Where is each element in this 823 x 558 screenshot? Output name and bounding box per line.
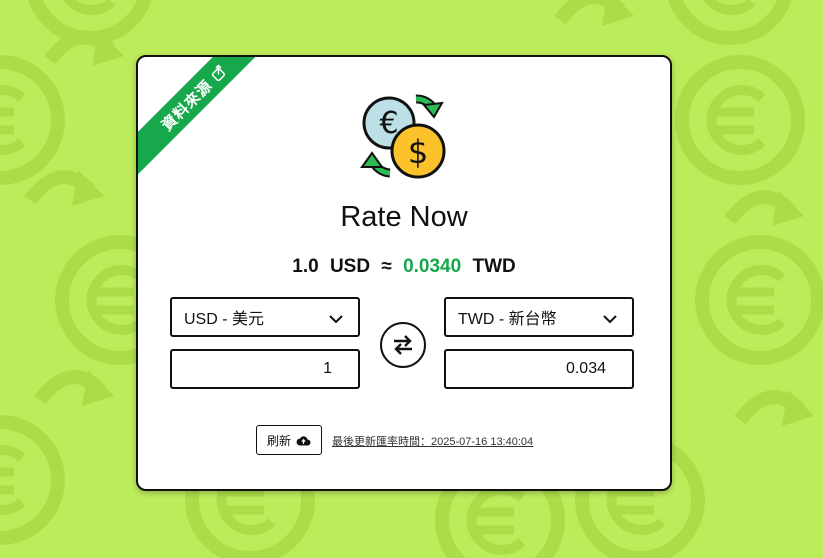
from-currency-label: USD - 美元 (184, 311, 265, 328)
refresh-button[interactable]: 刷新 (256, 425, 322, 455)
approx-sign: ≈ (381, 256, 392, 277)
rate-from-code: USD (329, 256, 371, 277)
external-link-icon (211, 64, 225, 82)
converter-card: 資料來源 € $ Rate Now 1.0 USD ≈ 0.0340 TWD U… (136, 55, 672, 491)
rate-value: 0.0340 (403, 256, 462, 277)
to-amount-input[interactable] (444, 349, 634, 389)
data-source-label: 資料來源 (158, 76, 216, 135)
to-currency-select[interactable]: TWD - 新台幣 (444, 297, 634, 337)
rate-to-code: TWD (472, 256, 516, 277)
from-currency-select[interactable]: USD - 美元 (170, 297, 360, 337)
currency-exchange-icon: € $ (360, 94, 446, 179)
to-currency-label: TWD - 新台幣 (458, 311, 557, 328)
cloud-upload-icon (296, 435, 311, 445)
data-source-ribbon[interactable]: 資料來源 (138, 57, 271, 176)
last-updated-link[interactable]: 最後更新匯率時間：2025-07-16 13:40:04 (332, 433, 533, 449)
swap-button[interactable] (380, 322, 426, 368)
rate-summary: 1.0 USD ≈ 0.0340 TWD (138, 256, 670, 278)
rate-amount: 1.0 (292, 256, 319, 277)
chevron-down-icon (603, 315, 617, 324)
chevron-down-icon (329, 315, 343, 324)
app-title: Rate Now (340, 201, 468, 233)
swap-arrows-icon (394, 335, 412, 355)
svg-text:$: $ (408, 133, 428, 171)
from-amount-input[interactable] (170, 349, 360, 389)
refresh-label: 刷新 (266, 433, 291, 448)
